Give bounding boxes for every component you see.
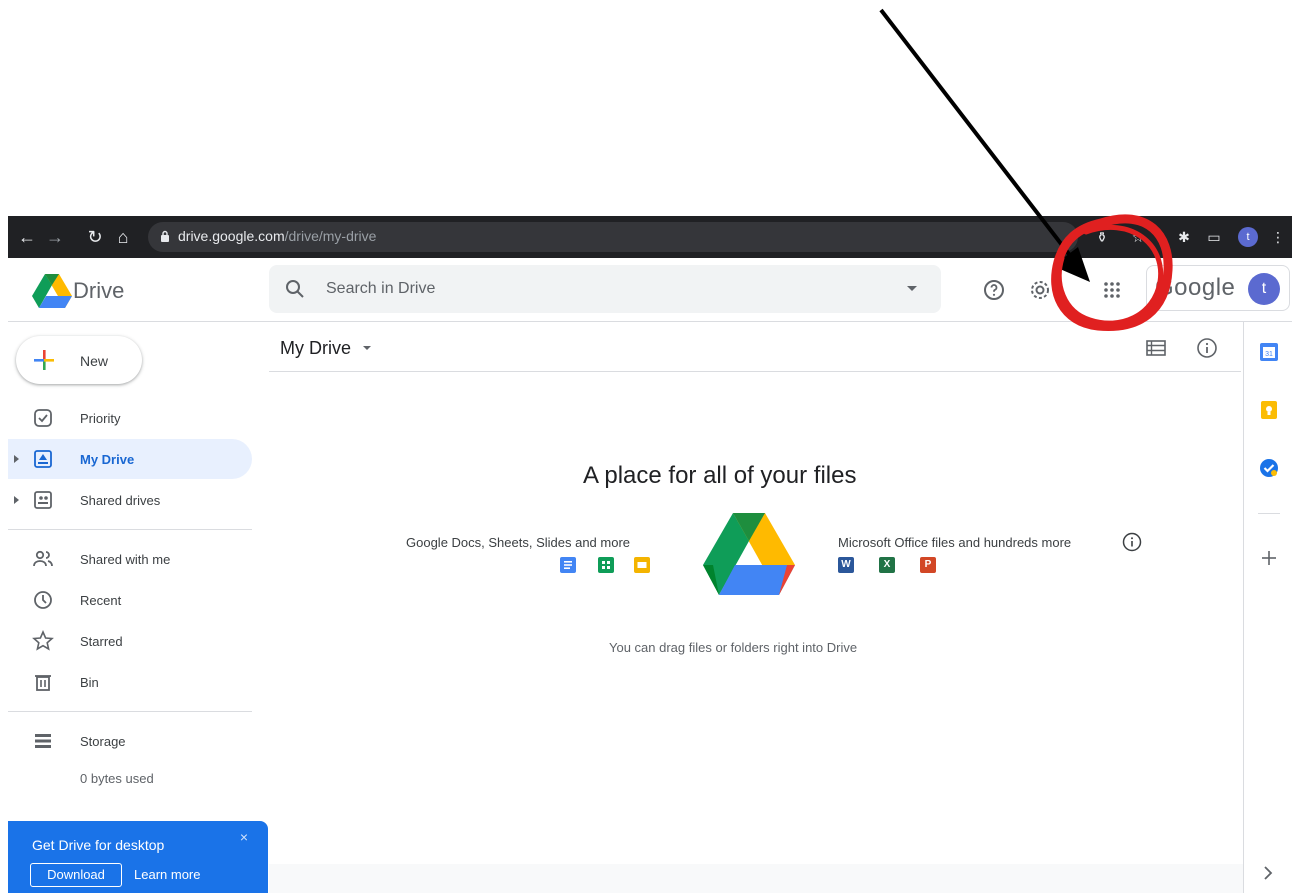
tasks-icon[interactable] <box>1259 458 1279 478</box>
my-drive-icon <box>34 450 52 468</box>
drive-logo-icon[interactable] <box>32 272 72 308</box>
google-docs-icon <box>560 557 576 573</box>
reload-icon[interactable]: ↻ <box>84 226 106 248</box>
sidebar-item-label: Bin <box>80 675 99 690</box>
sidebar-item-starred[interactable]: Starred <box>8 621 252 661</box>
storage-icon <box>35 734 51 748</box>
sidebar-item-priority[interactable]: Priority <box>8 398 252 438</box>
sidebar-item-label: Shared drives <box>80 493 161 508</box>
google-sheets-icon <box>598 557 614 573</box>
url-host: drive.google.com <box>178 228 285 244</box>
excel-icon: X <box>879 557 895 573</box>
close-icon[interactable]: × <box>240 829 248 845</box>
account-switcher[interactable]: Google t <box>1146 265 1290 311</box>
app-name: Drive <box>73 278 125 303</box>
search-bar[interactable]: Search in Drive <box>269 265 941 313</box>
download-button[interactable]: Download <box>30 863 122 887</box>
sidebar-item-label: Recent <box>80 593 122 608</box>
info-icon[interactable] <box>1196 337 1218 359</box>
priority-check-icon <box>34 409 52 427</box>
shared-drives-icon <box>34 491 52 509</box>
star-icon <box>32 630 54 651</box>
star-bookmark-icon[interactable]: ☆ <box>1128 227 1148 247</box>
search-options-caret-icon[interactable] <box>907 286 917 291</box>
info-icon[interactable] <box>1122 532 1142 552</box>
key-icon[interactable]: ⚱ <box>1092 227 1112 247</box>
help-icon[interactable] <box>982 278 1006 302</box>
learn-more-link[interactable]: Learn more <box>134 867 200 882</box>
plus-color-icon <box>34 350 54 370</box>
side-panel: 31 <box>1243 322 1292 893</box>
lock-icon <box>161 230 169 242</box>
storage-used-text: 0 bytes used <box>80 771 154 786</box>
promo-title: Get Drive for desktop <box>32 837 165 853</box>
sidebar-item-my-drive[interactable]: My Drive <box>8 439 252 479</box>
back-arrow-icon[interactable]: ← <box>16 226 38 248</box>
url-text: drive.google.com/drive/my-drive <box>178 228 376 244</box>
new-button[interactable]: New <box>16 336 142 384</box>
account-avatar[interactable]: t <box>1248 273 1280 305</box>
keep-icon[interactable] <box>1259 400 1279 420</box>
trash-icon <box>35 675 51 691</box>
clock-icon <box>34 591 52 609</box>
powerpoint-icon: P <box>920 557 936 573</box>
search-input[interactable]: Search in Drive <box>326 280 435 298</box>
google-formats-label: Google Docs, Sheets, Slides and more <box>406 535 631 550</box>
list-view-icon[interactable] <box>1146 340 1166 356</box>
calendar-icon[interactable]: 31 <box>1259 342 1279 362</box>
add-addon-plus-icon[interactable] <box>1261 550 1277 566</box>
sidebar-item-label: Storage <box>80 734 126 749</box>
microsoft-formats-label: Microsoft Office files and hundreds more <box>838 535 1072 550</box>
settings-gear-icon[interactable] <box>1028 278 1052 302</box>
drive-large-logo-icon <box>703 513 795 595</box>
sidebar-item-shared-drives[interactable]: Shared drives <box>8 480 252 520</box>
apps-grid-icon[interactable] <box>1100 278 1124 302</box>
sidebar-item-label: Shared with me <box>80 552 171 567</box>
chevron-down-icon[interactable] <box>363 346 371 350</box>
svg-text:31: 31 <box>1265 351 1273 358</box>
browser-menu-icon[interactable]: ⋮ <box>1268 227 1288 247</box>
cast-icon[interactable]: ▭ <box>1204 227 1224 247</box>
expand-arrow-icon[interactable] <box>14 455 19 463</box>
browser-profile-avatar[interactable]: t <box>1238 227 1258 247</box>
url-path: /drive/my-drive <box>284 228 377 244</box>
bottom-scroll-area <box>269 864 1243 893</box>
sidebar-item-label: Priority <box>80 411 121 426</box>
people-icon <box>33 550 53 567</box>
desktop-promo-card: Get Drive for desktop × Download Learn m… <box>8 821 268 893</box>
sidebar-item-bin[interactable]: Bin <box>8 662 252 702</box>
search-icon[interactable] <box>285 279 305 299</box>
google-slides-icon <box>634 557 650 573</box>
google-brand-text: Google <box>1155 274 1236 301</box>
sidebar-item-label: My Drive <box>80 452 135 467</box>
page-title[interactable]: My Drive <box>280 338 351 359</box>
forward-arrow-icon[interactable]: → <box>44 226 66 248</box>
sidebar-item-shared-with-me[interactable]: Shared with me <box>8 539 252 579</box>
sidebar-item-storage[interactable]: Storage <box>8 721 252 761</box>
expand-arrow-icon[interactable] <box>14 496 19 504</box>
empty-state-title: A place for all of your files <box>583 462 857 489</box>
drag-hint-text: You can drag files or folders right into… <box>609 640 858 655</box>
new-button-label: New <box>80 353 109 369</box>
side-panel-divider <box>1258 513 1280 514</box>
main-divider <box>269 371 1241 372</box>
sidebar-divider <box>8 711 252 712</box>
sidebar-item-recent[interactable]: Recent <box>8 580 252 620</box>
address-bar[interactable]: drive.google.com/drive/my-drive <box>148 222 1078 252</box>
sidebar-item-label: Starred <box>80 634 123 649</box>
word-icon: W <box>838 557 854 573</box>
extensions-puzzle-icon[interactable]: ✱ <box>1174 227 1194 247</box>
chevron-right-icon[interactable] <box>1262 866 1274 880</box>
sidebar-divider <box>8 529 252 530</box>
browser-toolbar: ← → ↻ ⌂ drive.google.com/drive/my-drive … <box>8 216 1292 258</box>
home-icon[interactable]: ⌂ <box>112 226 134 248</box>
drive-header: Drive Search in Drive Google t <box>8 258 1292 322</box>
